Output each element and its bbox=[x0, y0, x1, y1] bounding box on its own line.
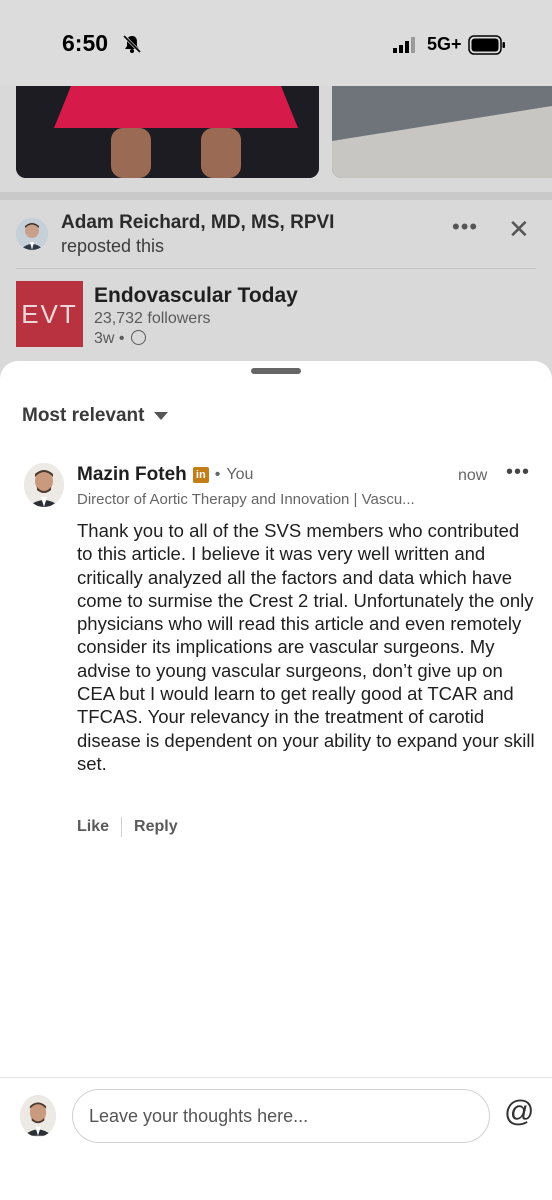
close-icon[interactable]: ✕ bbox=[508, 214, 530, 245]
sort-dropdown[interactable]: Most relevant bbox=[22, 405, 169, 427]
avatar-photo bbox=[20, 1096, 56, 1136]
post-more-icon[interactable]: ••• bbox=[452, 214, 478, 240]
caret-down-icon bbox=[154, 412, 169, 420]
bell-slash-icon bbox=[122, 34, 142, 54]
reposter-name[interactable]: Adam Reichard, MD, MS, RPVI bbox=[61, 212, 334, 234]
reply-button[interactable]: Reply bbox=[134, 818, 178, 836]
battery-icon bbox=[468, 35, 505, 55]
signal-icon bbox=[393, 37, 415, 53]
comment-time: now bbox=[458, 467, 488, 484]
comment-more-icon[interactable]: ••• bbox=[506, 461, 530, 484]
you-label: You bbox=[226, 466, 254, 483]
stage-image bbox=[332, 86, 552, 178]
drag-handle[interactable] bbox=[251, 368, 301, 374]
comment-actions: Like Reply bbox=[77, 817, 178, 837]
avatar-photo bbox=[24, 463, 64, 507]
person-skirt-image bbox=[16, 86, 319, 178]
globe-icon bbox=[130, 330, 146, 345]
comments-sheet: Most relevant Mazin Foteh in • You now •… bbox=[0, 361, 552, 1200]
comment-text: Thank you to all of the SVS members who … bbox=[77, 520, 535, 774]
status-bar: 6:50 5G+ bbox=[0, 0, 552, 86]
comment-input[interactable] bbox=[72, 1089, 490, 1143]
post-age: 3w • bbox=[94, 330, 146, 348]
company-logo[interactable]: EVT bbox=[16, 281, 83, 347]
like-button[interactable]: Like bbox=[77, 818, 109, 836]
reposter-avatar[interactable] bbox=[16, 218, 48, 250]
actions-divider bbox=[121, 817, 123, 837]
follower-count: 23,732 followers bbox=[94, 310, 211, 327]
comment-author-line: Mazin Foteh in • You bbox=[77, 464, 253, 486]
avatar-photo bbox=[16, 218, 48, 250]
feed-image-right[interactable] bbox=[332, 86, 552, 178]
network-label: 5G+ bbox=[427, 34, 462, 54]
repost-divider bbox=[16, 268, 536, 269]
post-age-text: 3w • bbox=[94, 330, 125, 347]
mention-icon[interactable]: @ bbox=[504, 1095, 534, 1129]
author-separator: • bbox=[214, 466, 221, 483]
sort-label: Most relevant bbox=[22, 405, 145, 426]
linkedin-badge-icon: in bbox=[192, 467, 209, 483]
commenter-avatar[interactable] bbox=[24, 463, 64, 507]
comment-author[interactable]: Mazin Foteh bbox=[77, 464, 187, 486]
feed-divider bbox=[0, 192, 552, 200]
clock: 6:50 bbox=[62, 30, 109, 56]
repost-action-label: reposted this bbox=[61, 236, 165, 256]
comment-author-headline: Director of Aortic Therapy and Innovatio… bbox=[77, 491, 415, 508]
composer-avatar bbox=[20, 1095, 56, 1137]
composer-divider bbox=[0, 1077, 552, 1078]
feed-image-left[interactable] bbox=[16, 86, 319, 178]
company-name[interactable]: Endovascular Today bbox=[94, 284, 298, 308]
